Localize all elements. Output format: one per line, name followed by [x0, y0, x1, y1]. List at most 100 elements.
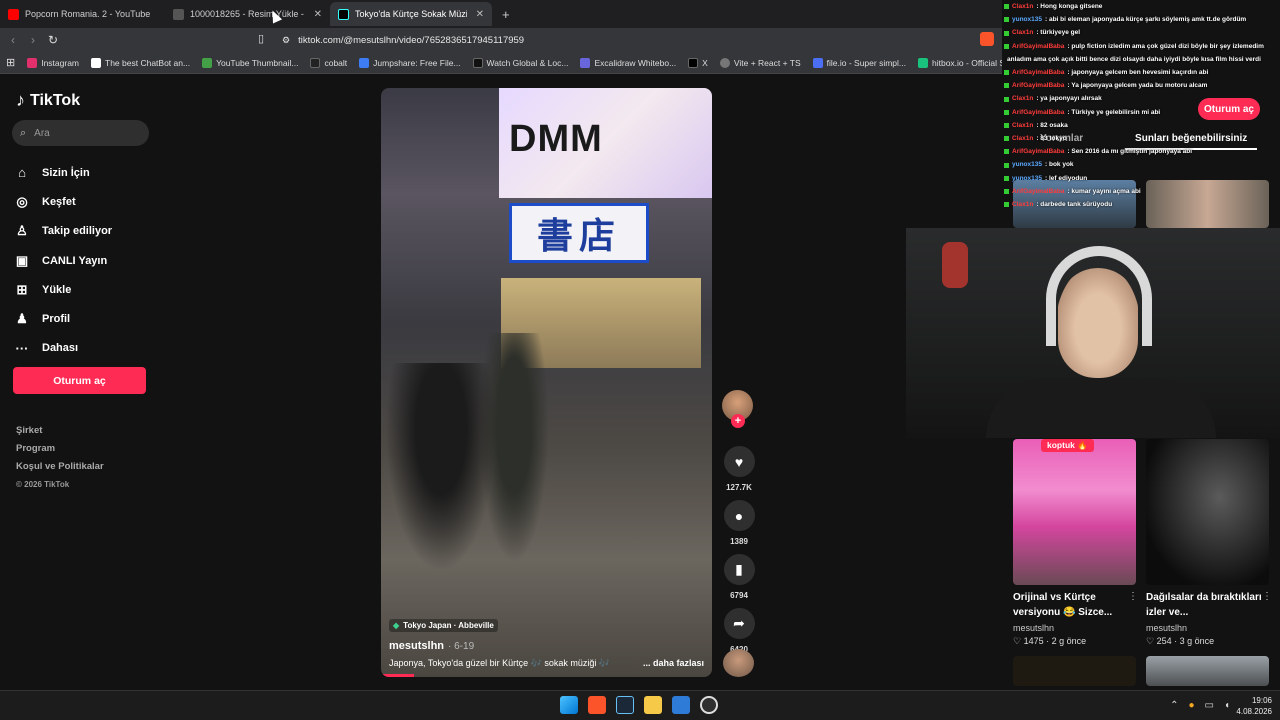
- search-input[interactable]: ⌕ Ara: [12, 120, 149, 146]
- sidebar-item-following[interactable]: ♙ Takip ediliyor: [14, 217, 164, 246]
- youtube-icon: [8, 8, 19, 20]
- suggested-thumb-2[interactable]: [1146, 439, 1269, 585]
- chat-username: ArifGayimalBaba: [1012, 82, 1065, 90]
- site-info-icon[interactable]: ⚙: [282, 35, 290, 46]
- chat-message: yunox135: lef ediyodun: [1004, 172, 1280, 185]
- follow-plus-icon[interactable]: +: [731, 414, 745, 428]
- share-action[interactable]: ➦6420: [722, 608, 756, 654]
- video-player[interactable]: DMM 書店 ◆ Tokyo Japan · Abbeville mesutsl…: [381, 88, 712, 677]
- footer-terms-link[interactable]: Koşul ve Politikalar: [16, 458, 104, 476]
- chat-text: anladım ama çok açık bitti bence dizi ol…: [1007, 55, 1261, 63]
- chevron-up-icon[interactable]: ⌃: [1170, 700, 1178, 711]
- chat-username: yunox135: [1012, 16, 1042, 24]
- sidebar-item-for-you[interactable]: ⌂ Sizin İçin: [14, 158, 164, 187]
- video-progress-bar[interactable]: [381, 674, 415, 677]
- photos-icon[interactable]: [672, 696, 690, 714]
- login-button[interactable]: Oturum aç: [13, 367, 146, 394]
- location-tag[interactable]: ◆ Tokyo Japan · Abbeville: [389, 619, 498, 632]
- card-more-icon-2[interactable]: ⋮: [1262, 591, 1272, 602]
- display-icon[interactable]: ▭: [1205, 700, 1214, 711]
- chat-message: Clax1n: ya japonyayı alırsak: [1004, 92, 1280, 105]
- bookmark-watch-global[interactable]: Watch Global & Loc...: [467, 57, 575, 68]
- bookmark-fileio[interactable]: file.io - Super simpl...: [807, 57, 912, 68]
- bookmark-instagram[interactable]: Instagram: [21, 57, 85, 68]
- webcam-streamer-body: [986, 378, 1216, 438]
- bookmark-excalidraw[interactable]: Excalidraw Whitebo...: [574, 57, 682, 68]
- obs-icon[interactable]: [700, 696, 718, 714]
- like-action[interactable]: ♥ 127.7K: [722, 446, 756, 492]
- heart-icon[interactable]: ♥: [723, 446, 755, 477]
- comment-icon[interactable]: ●: [723, 500, 755, 531]
- sidebar-item-explore[interactable]: ◎ Keşfet: [14, 187, 164, 216]
- chat-username: ArifGayimalBaba: [1012, 187, 1065, 195]
- brave-browser-icon[interactable]: [588, 696, 606, 714]
- chat-badge-icon: [1004, 30, 1009, 36]
- bookmark-label: Excalidraw Whitebo...: [594, 57, 677, 68]
- sidebar-item-live[interactable]: ▣ CANLI Yayın: [14, 246, 164, 275]
- new-tab-button[interactable]: +: [502, 7, 510, 22]
- suggested-thumb-3[interactable]: [1013, 656, 1136, 686]
- tab-resim-yukle[interactable]: 1000018265 - Resim Yükle - Hızlı ✕: [165, 2, 330, 26]
- suggested-thumb-1[interactable]: [1013, 439, 1136, 585]
- steam-icon[interactable]: [616, 696, 634, 714]
- file-explorer-icon[interactable]: [644, 696, 662, 714]
- browser-tabstrip: Popcorn Romania. 2 - YouTube 1000018265 …: [0, 0, 1002, 28]
- tab-tiktok[interactable]: Tokyo'da Kürtçe Sokak Müziği ... ✕: [330, 2, 492, 26]
- chat-text: : darbede tank sürüyodu: [1036, 201, 1113, 209]
- read-more-link[interactable]: ... daha fazlası: [643, 658, 704, 669]
- video-caption: ◆ Tokyo Japan · Abbeville mesutslhn · 6-1…: [389, 615, 704, 669]
- taskbar-clock[interactable]: 19:06 4.08.2026: [1236, 695, 1272, 717]
- sidebar-item-label: Dahası: [42, 342, 79, 355]
- card-more-icon-1[interactable]: ⋮: [1128, 591, 1138, 602]
- chat-message: ArifGayimalBaba: Ya japonyaya gelcem yad…: [1004, 79, 1280, 92]
- bookmark-vite[interactable]: Vite + React + TS: [714, 57, 807, 68]
- bookmark-jumpshare[interactable]: Jumpshare: Free File...: [353, 57, 466, 68]
- close-icon[interactable]: ✕: [476, 9, 484, 20]
- bookmark-icon[interactable]: ▯: [258, 32, 264, 45]
- bookmark-hitbox[interactable]: hitbox.io - Official Si...: [912, 57, 1002, 68]
- chat-text: : Türkiye ye gelebilirsin mi abi: [1067, 108, 1161, 116]
- forward-icon[interactable]: ›: [23, 33, 43, 47]
- card-meta-1: ♡ 1475 · 2 g önce: [1013, 636, 1087, 646]
- bookmark-label: Watch Global & Loc...: [486, 57, 569, 68]
- save-action[interactable]: ▮ 6794: [722, 554, 756, 600]
- bookmark-cobalt[interactable]: cobalt: [304, 57, 353, 68]
- chat-message: Clax1n: darbede tank sürüyodu: [1004, 198, 1280, 211]
- sidebar-item-upload[interactable]: ⊞ Yükle: [14, 275, 164, 304]
- video-author[interactable]: mesutslhn · 6-19: [389, 640, 704, 652]
- author-avatar[interactable]: +: [722, 390, 753, 428]
- bookmark-chatbot[interactable]: The best ChatBot an...: [85, 57, 196, 68]
- apps-icon[interactable]: ⊞: [0, 56, 21, 69]
- close-icon[interactable]: ✕: [314, 9, 322, 20]
- bookmark-youtube-thumbnail[interactable]: YouTube Thumbnail...: [196, 57, 304, 68]
- tiktok-logo[interactable]: ♪ TikTok: [16, 90, 80, 111]
- comment-action[interactable]: ● 1389: [722, 500, 756, 546]
- footer-program-link[interactable]: Program: [16, 440, 104, 458]
- bookmark-x[interactable]: X: [682, 57, 714, 68]
- address-bar[interactable]: ⚙ tiktok.com/@mesutslhn/video/7652836517…: [282, 31, 524, 49]
- chart-icon: [202, 57, 213, 68]
- card-user-1[interactable]: mesutslhn: [1013, 623, 1054, 633]
- music-disc-avatar[interactable]: [723, 649, 754, 677]
- sidebar-item-profile[interactable]: ♟ Profil: [14, 304, 164, 333]
- bookmark-icon[interactable]: ▮: [723, 554, 755, 585]
- microphone-icon[interactable]: ●: [1188, 700, 1194, 711]
- footer-company-link[interactable]: Şirket: [16, 422, 104, 440]
- card-title-1[interactable]: Orijinal vs Kürtçe versiyonu 😂 Sizce...: [1013, 590, 1133, 620]
- back-icon[interactable]: ‹: [3, 33, 23, 47]
- card-user-2[interactable]: mesutslhn: [1146, 623, 1187, 633]
- card-title-2[interactable]: Dağılsalar da bıraktıkları izler ve...: [1146, 590, 1266, 620]
- brave-shield-icon[interactable]: [980, 32, 994, 46]
- fileio-icon: [812, 57, 823, 68]
- speaker-icon[interactable]: ◖: [1224, 700, 1230, 711]
- suggested-thumb-4[interactable]: [1146, 656, 1269, 686]
- windows-start-icon[interactable]: [560, 696, 578, 714]
- share-icon[interactable]: ➦: [723, 608, 755, 639]
- bookmark-label: Instagram: [41, 57, 80, 68]
- tab-youtube[interactable]: Popcorn Romania. 2 - YouTube: [0, 2, 165, 26]
- chat-username: Clax1n: [1012, 95, 1034, 103]
- chat-badge-icon: [1004, 96, 1009, 102]
- sidebar-item-more[interactable]: ··· Dahası: [14, 334, 164, 363]
- reload-icon[interactable]: ↻: [43, 33, 63, 47]
- instagram-icon: [27, 57, 38, 68]
